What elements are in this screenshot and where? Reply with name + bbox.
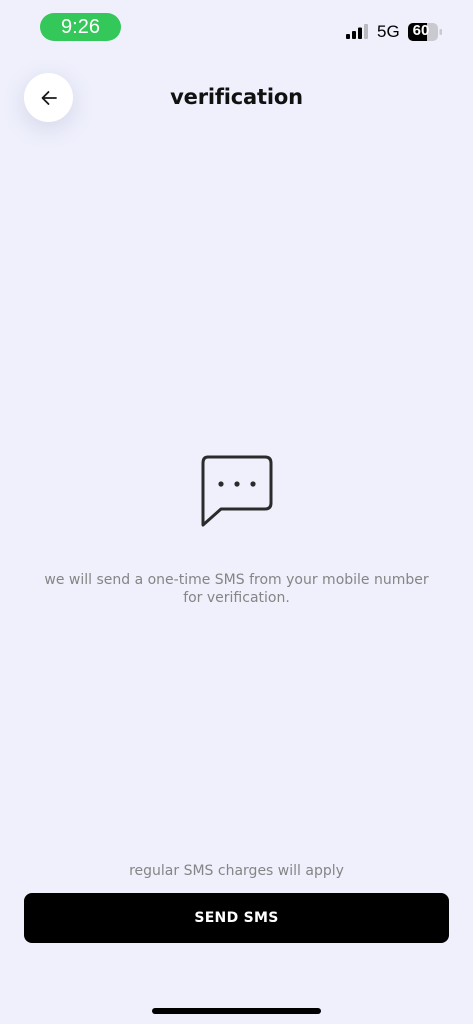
status-time: 9:26 [40,13,121,41]
sms-charges-note: regular SMS charges will apply [129,863,344,879]
status-bar: 9:26 5G 60 [0,0,473,56]
send-sms-button[interactable]: SEND SMS [24,893,449,943]
cellular-signal-icon [346,24,368,39]
battery-level: 60 [412,22,430,39]
network-type: 5G [377,22,400,41]
page-title: verification [170,85,303,109]
chat-bubble-icon [201,455,273,527]
home-indicator[interactable] [152,1008,321,1014]
verification-description: we will send a one-time SMS from your mo… [44,572,429,606]
